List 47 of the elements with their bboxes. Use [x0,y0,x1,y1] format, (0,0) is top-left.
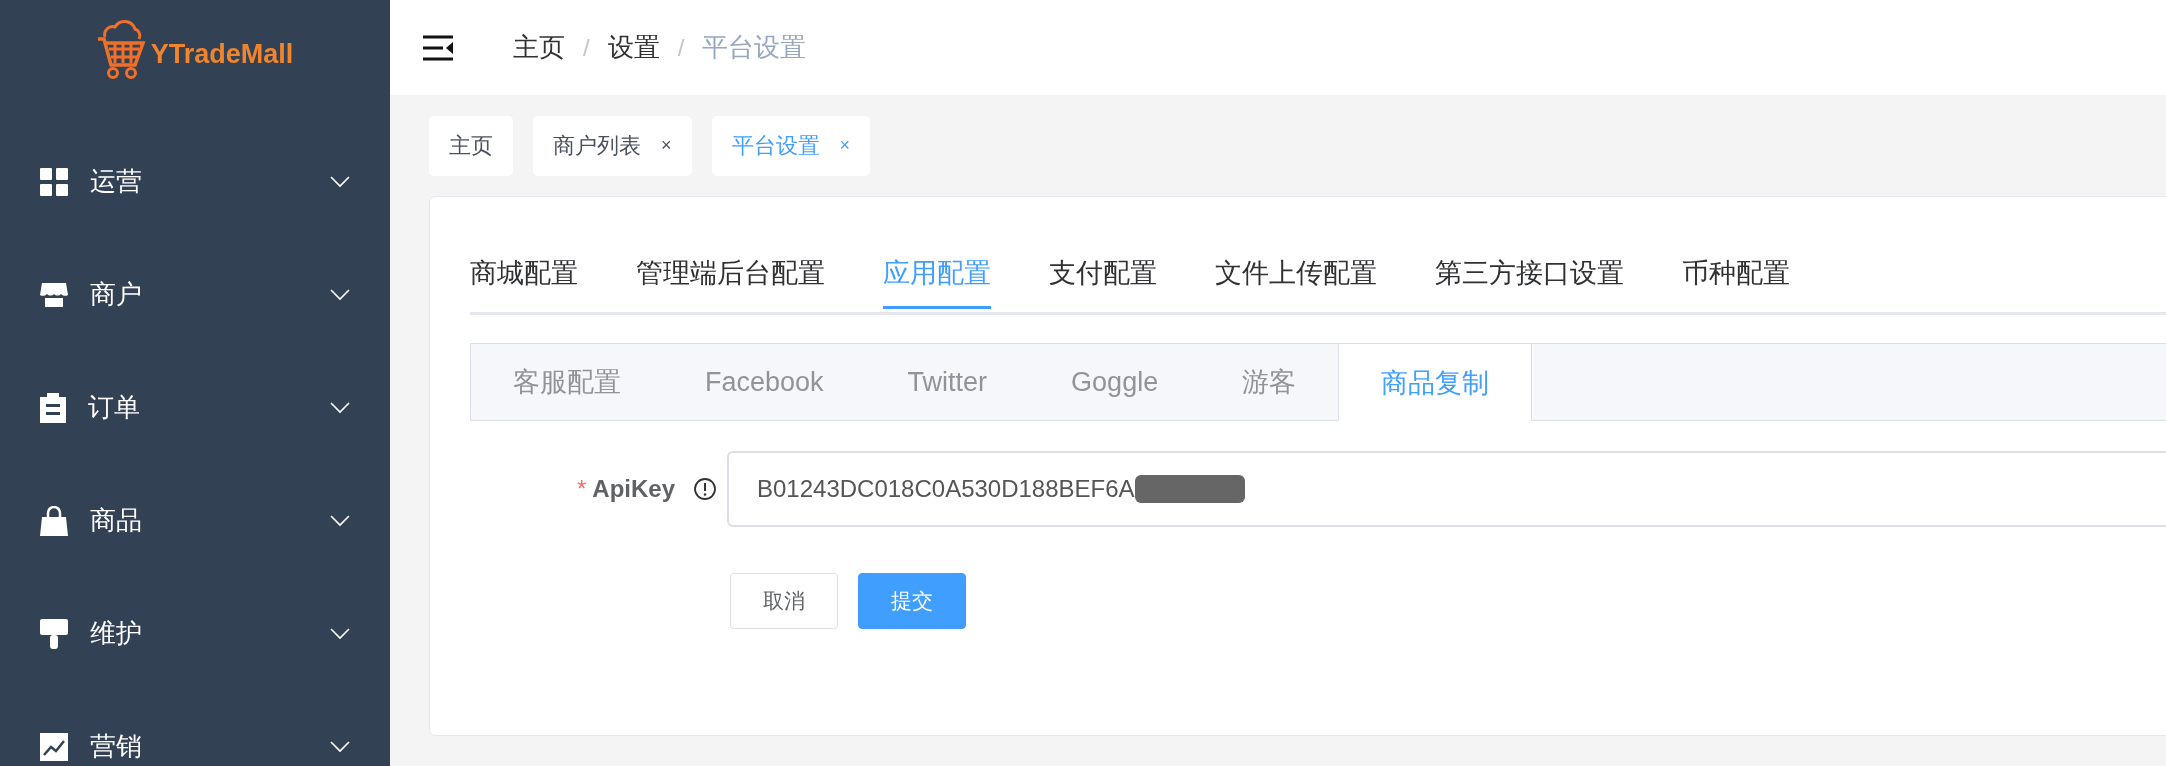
sidebar-item-label: 营销 [90,730,143,763]
paint-brush-icon [40,618,68,649]
input-field[interactable]: B01243DC018C0A530D188BEF6A [727,451,2166,527]
tab[interactable]: 支付配置 [1049,237,1157,309]
sidebar-item[interactable]: 维护 [0,577,390,690]
chart-icon [40,732,68,761]
field-label: * ApiKey [575,475,675,503]
cancel-button[interactable]: 取消 [730,573,838,629]
sidebar-item-label: 维护 [90,617,143,650]
chevron-icon [330,288,350,301]
tab[interactable]: 管理端后台配置 [636,237,825,309]
sidebar-item[interactable]: 营销 [0,690,390,766]
sidebar-item[interactable]: 商品 [0,464,390,577]
info-icon [693,477,717,501]
breadcrumb-separator: / [583,33,590,62]
tab[interactable]: 商城配置 [470,237,578,309]
sidebar-item-label: 订单 [88,391,141,424]
page-tag[interactable]: 主页 [429,115,513,176]
menu-icon[interactable] [423,34,453,61]
grid-icon [40,167,68,196]
breadcrumb-item: 平台设置 [702,31,807,64]
sidebar-item-label: 商品 [90,504,143,537]
sidebar-item-label: 运营 [90,165,143,198]
breadcrumb-separator: / [677,33,685,62]
store-icon [40,280,68,309]
breadcrumb-item[interactable]: 设置 [607,30,660,65]
tag-label: 平台设置 [731,131,820,160]
close-icon[interactable]: × [661,135,672,156]
chevron-icon [330,627,350,640]
tag-label: 商户列表 [553,131,641,160]
tab[interactable]: 文件上传配置 [1215,237,1377,309]
chevron-icon [330,514,350,527]
tab[interactable]: 第三方接口设置 [1435,237,1624,309]
sidebar-item[interactable]: 运营 [0,125,390,238]
tab[interactable]: 币种配置 [1682,237,1790,309]
clipboard-icon [40,392,66,423]
chevron-icon [330,401,350,414]
chevron-icon [330,740,350,753]
logo-text: YTradeMall [150,39,294,70]
breadcrumb-item[interactable]: 主页 [513,30,565,65]
sidebar-item-label: 商户 [90,278,143,311]
chevron-icon [330,175,350,188]
page-tag[interactable]: 商户列表 × [533,115,692,176]
shopping-bag-icon [40,505,68,536]
sidebar-item[interactable]: 商户 [0,238,390,351]
sidebar-item[interactable]: 订单 [0,351,390,464]
tag-label: 主页 [449,131,493,160]
